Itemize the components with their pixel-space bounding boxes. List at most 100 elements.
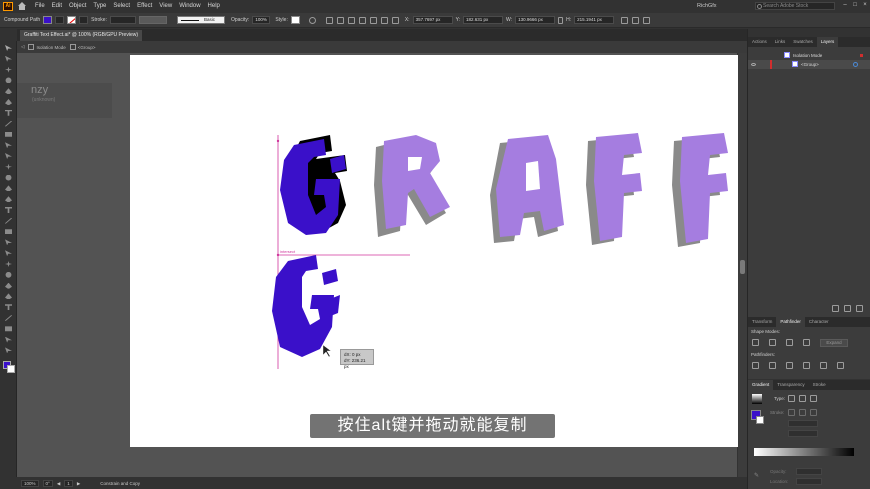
align-center-icon[interactable]	[336, 16, 344, 24]
hand-tool-icon[interactable]	[5, 336, 12, 343]
scroll-thumb[interactable]	[740, 260, 745, 274]
artboard[interactable]: intersect	[130, 55, 738, 447]
freeform-gradient-icon[interactable]	[810, 395, 817, 402]
perspective-tool-icon[interactable]	[5, 239, 12, 246]
stroke-color-swatch[interactable]	[756, 416, 764, 424]
x-field[interactable]: 357.7697 px	[412, 16, 453, 24]
delete-layer-icon[interactable]	[856, 305, 863, 312]
tab-transform[interactable]: Transform	[748, 317, 776, 327]
eyedropper-icon[interactable]: ✎	[754, 472, 759, 479]
back-arrow-icon[interactable]: ◁	[21, 44, 24, 50]
symbol-sprayer-tool-icon[interactable]	[5, 293, 12, 300]
eraser-tool-icon[interactable]	[5, 174, 12, 181]
line-tool-icon[interactable]	[5, 120, 12, 127]
tab-gradient[interactable]: Gradient	[748, 380, 774, 390]
artboard-number-field[interactable]: 1	[64, 480, 73, 487]
gradient-tool-icon[interactable]	[5, 261, 12, 267]
selection-tool-icon[interactable]	[5, 45, 12, 51]
magic-wand-tool-icon[interactable]	[5, 66, 12, 73]
pen-tool-icon[interactable]	[5, 88, 12, 95]
brush-definition[interactable]: Basic	[176, 16, 225, 24]
target-icon[interactable]	[853, 62, 858, 67]
curvature-tool-icon[interactable]	[5, 99, 12, 105]
radial-gradient-icon[interactable]	[799, 395, 806, 402]
artboard-prev-icon[interactable]: ◀	[57, 481, 60, 487]
menu-view[interactable]: View	[159, 3, 172, 9]
tab-pathfinder[interactable]: Pathfinder	[776, 317, 805, 327]
gradient-angle-field[interactable]	[788, 420, 818, 427]
graffiti-letter-g-copy[interactable]	[272, 255, 340, 357]
panel-menu-icon[interactable]	[643, 16, 651, 24]
menu-help[interactable]: Help	[208, 3, 220, 9]
stroke-across-icon[interactable]	[810, 409, 817, 416]
home-icon[interactable]	[17, 1, 27, 11]
breadcrumb-group[interactable]: <Group>	[78, 45, 96, 50]
opacity-field[interactable]: 100%	[252, 16, 271, 24]
fill-swatch[interactable]	[43, 16, 53, 24]
breadcrumb-layer[interactable]: Isolation Mode	[36, 45, 65, 50]
align-middle-icon[interactable]	[369, 16, 377, 24]
vertical-scrollbar[interactable]	[738, 53, 747, 477]
menu-file[interactable]: File	[35, 3, 45, 9]
user-name[interactable]: RichGfx	[697, 3, 717, 9]
align-bottom-icon[interactable]	[380, 16, 388, 24]
stroke-color-box[interactable]	[7, 365, 15, 373]
menu-window[interactable]: Window	[179, 3, 200, 9]
direct-selection-tool-icon[interactable]	[5, 55, 12, 62]
graffiti-letter-g[interactable]	[280, 135, 347, 235]
minus-front-icon[interactable]	[769, 339, 776, 346]
fill-dropdown[interactable]	[55, 16, 65, 24]
variable-width-profile[interactable]	[138, 16, 167, 24]
linear-gradient-icon[interactable]	[788, 395, 795, 402]
gradient-preview-swatch[interactable]	[752, 394, 762, 404]
rotate-tool-icon[interactable]	[5, 185, 12, 192]
lasso-tool-icon[interactable]	[5, 77, 12, 84]
mesh-tool-icon[interactable]	[5, 250, 12, 257]
zoom-field[interactable]: 100%	[21, 480, 39, 487]
merge-icon[interactable]	[786, 362, 793, 369]
intersect-icon[interactable]	[786, 339, 793, 346]
shape-icon[interactable]	[621, 16, 629, 24]
gradient-location-field[interactable]	[796, 478, 822, 485]
align-right-icon[interactable]	[347, 16, 355, 24]
align-top-icon[interactable]	[358, 16, 366, 24]
slice-tool-icon[interactable]	[5, 326, 12, 332]
gradient-aspect-field[interactable]	[788, 430, 818, 437]
transform-icon[interactable]	[391, 16, 399, 24]
artboard-next-icon[interactable]: ▶	[77, 481, 80, 487]
unite-icon[interactable]	[752, 339, 759, 346]
rotation-field[interactable]: 0°	[42, 480, 53, 487]
artboard-tool-icon[interactable]	[5, 315, 12, 321]
tab-character[interactable]: Character	[805, 317, 833, 327]
document-tab[interactable]: Graffiti Text Effect.ai* @ 100% (RGB/GPU…	[20, 30, 143, 41]
menu-type[interactable]: Type	[93, 3, 106, 9]
divide-icon[interactable]	[752, 362, 759, 369]
trim-icon[interactable]	[769, 362, 776, 369]
shaper-tool-icon[interactable]	[5, 153, 12, 159]
rectangle-tool-icon[interactable]	[5, 131, 12, 137]
new-layer-icon[interactable]	[844, 305, 851, 312]
width-tool-icon[interactable]	[5, 207, 12, 213]
h-field[interactable]: 215.1941 px	[574, 16, 615, 24]
exclude-icon[interactable]	[803, 339, 810, 346]
expand-button[interactable]: Expand	[820, 339, 848, 347]
outline-icon[interactable]	[820, 362, 827, 369]
gradient-slider[interactable]	[754, 448, 854, 456]
graph-tool-icon[interactable]	[5, 304, 12, 311]
graffiti-artwork[interactable]: intersect	[130, 55, 738, 447]
isolate-icon[interactable]	[632, 16, 640, 24]
graphic-style-swatch[interactable]	[290, 16, 300, 24]
type-tool-icon[interactable]	[5, 109, 12, 116]
tab-actions[interactable]: Actions	[748, 37, 771, 47]
layer-row-group[interactable]: <Group>	[748, 60, 870, 69]
constrain-link-icon[interactable]	[558, 16, 564, 24]
tab-swatches[interactable]: Swatches	[789, 37, 817, 47]
paintbrush-tool-icon[interactable]	[5, 142, 12, 149]
menu-edit[interactable]: Edit	[52, 3, 62, 9]
w-field[interactable]: 130.9666 px	[515, 16, 556, 24]
menu-object[interactable]: Object	[69, 3, 86, 9]
layer-row-isolation[interactable]: Isolation Mode	[748, 51, 870, 60]
minimize-icon[interactable]: –	[842, 2, 848, 9]
stroke-within-icon[interactable]	[788, 409, 795, 416]
shape-builder-tool-icon[interactable]	[5, 229, 12, 235]
